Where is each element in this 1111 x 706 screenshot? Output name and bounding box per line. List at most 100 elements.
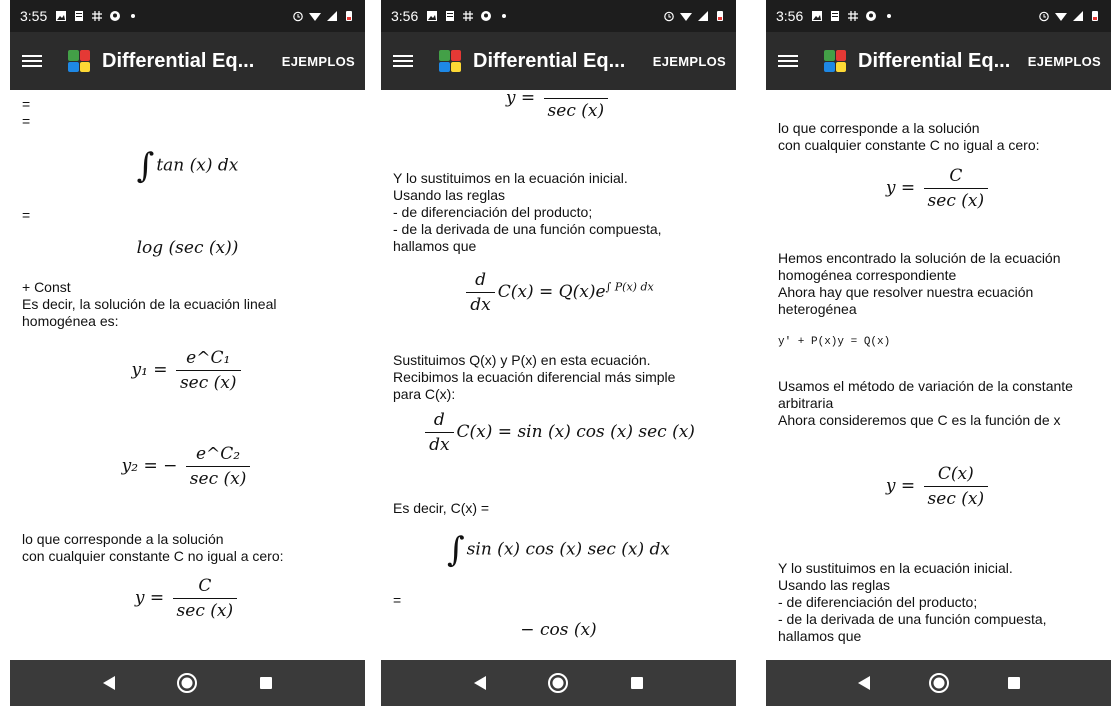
back-triangle-icon — [474, 676, 487, 690]
es-decir-text: Es decir, C(x) = — [393, 500, 490, 516]
app-title: Differential Eq... — [858, 49, 1011, 72]
navigation-bar — [381, 660, 736, 706]
recents-button[interactable] — [1003, 672, 1025, 694]
phone-screen-3: 3:56 Differential Eq... EJEMPLOS lo que … — [766, 0, 1111, 706]
grid-notification-icon — [463, 11, 474, 21]
ejemplos-button[interactable]: EJEMPLOS — [653, 54, 726, 69]
status-time: 3:55 — [20, 8, 48, 24]
recents-square-icon — [630, 677, 643, 689]
homogeneous-solution-text: + Const Es decir, la solución de la ecua… — [22, 279, 277, 329]
home-button[interactable] — [547, 672, 569, 694]
cos-result-formula: − cos (x) — [520, 620, 597, 640]
integral-formula: ∫ tan (x) dx — [136, 146, 239, 186]
log-formula: log (sec (x)) — [136, 238, 239, 258]
recents-button[interactable] — [255, 672, 277, 694]
signal-icon — [327, 11, 337, 21]
phone-screen-2: 3:56 Differential Eq... EJEMPLOS y = sec… — [381, 0, 736, 706]
cx-integral-formula: ∫ sin (x) cos (x) sec (x) dx — [446, 530, 671, 570]
system-status-icons — [663, 10, 726, 22]
substitution-text: Y lo sustituimos en la ecuación inicial.… — [393, 170, 662, 254]
battery-low-icon — [1092, 11, 1098, 21]
navigation-bar — [10, 660, 365, 706]
pinterest-notification-icon — [110, 11, 121, 21]
integral-sign: ∫ — [136, 146, 155, 186]
app-logo — [68, 50, 90, 72]
constant-text: lo que corresponde a la solución con cua… — [778, 120, 1040, 153]
y2-fraction: e^C₂ sec (x) — [185, 444, 251, 489]
system-status-icons — [292, 10, 355, 22]
pinterest-notification-icon — [866, 11, 877, 21]
status-bar: 3:56 — [766, 0, 1111, 32]
pinterest-notification-icon — [481, 11, 492, 21]
dot-icon — [887, 14, 892, 18]
back-triangle-icon — [103, 676, 116, 690]
dot-icon — [502, 14, 507, 18]
home-button[interactable] — [176, 672, 198, 694]
y1-fraction: e^C₁ sec (x) — [175, 348, 241, 393]
grid-notification-icon — [92, 11, 103, 21]
home-circle-icon — [177, 673, 198, 693]
status-bar: 3:56 — [381, 0, 736, 32]
home-circle-icon — [548, 673, 569, 693]
ejemplos-button[interactable]: EJEMPLOS — [1028, 54, 1101, 69]
navigation-bar — [766, 660, 1111, 706]
equals-text: = = — [22, 96, 31, 129]
app-title: Differential Eq... — [473, 49, 626, 72]
y-fraction: Csec (x) — [923, 166, 989, 211]
recents-button[interactable] — [626, 672, 648, 694]
app-title: Differential Eq... — [102, 49, 255, 72]
image-notification-icon — [56, 11, 67, 21]
image-notification-icon — [427, 11, 438, 21]
dot-icon — [131, 14, 136, 18]
alarm-icon — [1039, 11, 1049, 22]
cx-formula: y = C(x) sec (x) — [766, 464, 1111, 509]
alarm-icon — [293, 11, 303, 22]
back-button[interactable] — [98, 672, 120, 694]
home-circle-icon — [928, 673, 949, 693]
notification-icons — [811, 10, 895, 22]
status-bar: 3:55 — [10, 0, 365, 32]
app-logo — [824, 50, 846, 72]
wifi-icon — [1055, 13, 1067, 21]
y-fraction: Csec (x) — [172, 576, 238, 621]
cx-derivative-equation: d dx C(x) = sin (x) cos (x) sec (x) — [381, 410, 736, 455]
grid-notification-icon — [848, 11, 859, 21]
notification-icons — [55, 10, 139, 22]
simplified-equation-text: Sustituimos Q(x) y P(x) en esta ecuación… — [393, 352, 676, 402]
status-time: 3:56 — [776, 8, 804, 24]
solution-content[interactable]: lo que corresponde a la solución con cua… — [766, 90, 1111, 660]
app-bar: Differential Eq... EJEMPLOS — [10, 32, 365, 90]
document-notification-icon — [831, 11, 840, 21]
y-formula: y = Csec (x) — [10, 576, 365, 621]
solution-content[interactable]: = = ∫ tan (x) dx = log (sec (x)) + Const … — [10, 90, 365, 660]
y2-formula: y₂ = − e^C₂ sec (x) — [10, 444, 365, 489]
solution-content[interactable]: y = sec (x) Y lo sustituimos en la ecuac… — [381, 90, 736, 660]
alarm-icon — [664, 11, 674, 22]
system-status-icons — [1038, 10, 1101, 22]
wifi-icon — [309, 13, 321, 21]
hamburger-menu-icon[interactable] — [391, 49, 415, 73]
cut-off-y-formula: y = sec (x) — [381, 90, 736, 121]
phone-screen-1: 3:55 Differential Eq... EJEMPLOS = = ∫ ta… — [10, 0, 365, 706]
cut-off-fraction: sec (x) — [543, 90, 609, 121]
hamburger-menu-icon[interactable] — [776, 49, 800, 73]
signal-icon — [698, 11, 708, 21]
substitution-text: Y lo sustituimos en la ecuación inicial.… — [778, 560, 1047, 644]
heterogeneous-text: Hemos encontrado la solución de la ecuac… — [778, 250, 1061, 317]
integral-sign: ∫ — [446, 530, 465, 570]
status-time: 3:56 — [391, 8, 419, 24]
y1-formula: y₁ = e^C₁ sec (x) — [10, 348, 365, 393]
battery-low-icon — [717, 11, 723, 21]
hamburger-menu-icon[interactable] — [20, 49, 44, 73]
app-bar: Differential Eq... EJEMPLOS — [766, 32, 1111, 90]
heterogeneous-equation: y' + P(x)y = Q(x) — [778, 336, 891, 348]
notification-icons — [426, 10, 510, 22]
back-button[interactable] — [469, 672, 491, 694]
d-dx-fraction-2: d dx — [425, 410, 454, 455]
app-logo — [439, 50, 461, 72]
back-button[interactable] — [853, 672, 875, 694]
document-notification-icon — [446, 11, 455, 21]
home-button[interactable] — [928, 672, 950, 694]
y-formula: y = Csec (x) — [766, 166, 1111, 211]
ejemplos-button[interactable]: EJEMPLOS — [282, 54, 355, 69]
